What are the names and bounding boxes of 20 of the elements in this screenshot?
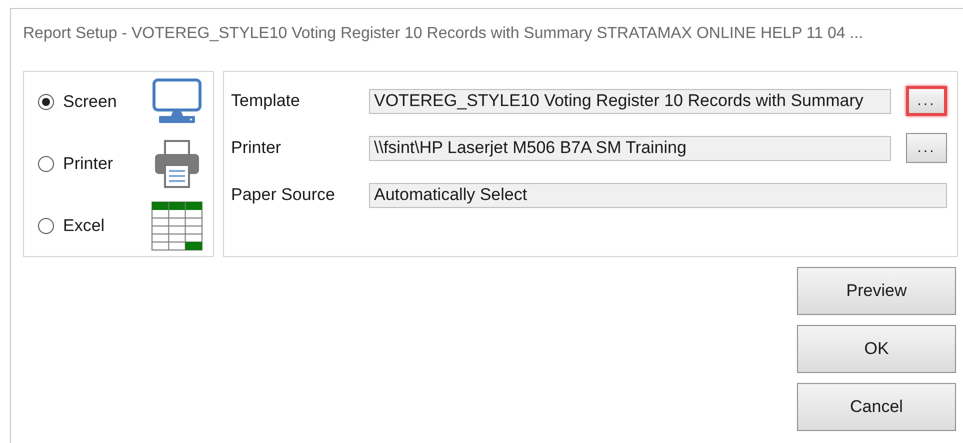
- input-field[interactable]: \\fsint\HP Laserjet M506 B7A SM Training: [369, 136, 891, 160]
- input-field[interactable]: Automatically Select: [369, 182, 947, 208]
- browse-button[interactable]: ...: [906, 86, 947, 116]
- dialog-button[interactable]: OK: [797, 325, 956, 373]
- browse-button[interactable]: ...: [906, 133, 947, 163]
- field-label: Printer: [231, 137, 282, 160]
- monitor-icon: [151, 78, 203, 126]
- radio-button[interactable]: [38, 218, 54, 234]
- dialog-button[interactable]: Cancel: [797, 383, 956, 431]
- spreadsheet-icon: [151, 201, 203, 251]
- radio-option[interactable]: Excel: [38, 213, 105, 239]
- radio-option[interactable]: Printer: [38, 151, 114, 177]
- input-field[interactable]: VOTEREG_STYLE10 Voting Register 10 Records with Summary: [369, 88, 891, 114]
- field-label: Template: [231, 90, 301, 112]
- window-title: Report Setup - VOTEREG_STYLE10 Voting Register 10 Records with Summary STRATAMAX ONLINE HELP 11 04 ...: [23, 24, 864, 44]
- radio-option[interactable]: Screen: [38, 89, 117, 115]
- dialog-button[interactable]: Preview: [797, 267, 956, 315]
- radio-button[interactable]: [38, 156, 54, 172]
- field-label: Paper Source: [231, 184, 336, 206]
- radio-button[interactable]: [38, 94, 54, 110]
